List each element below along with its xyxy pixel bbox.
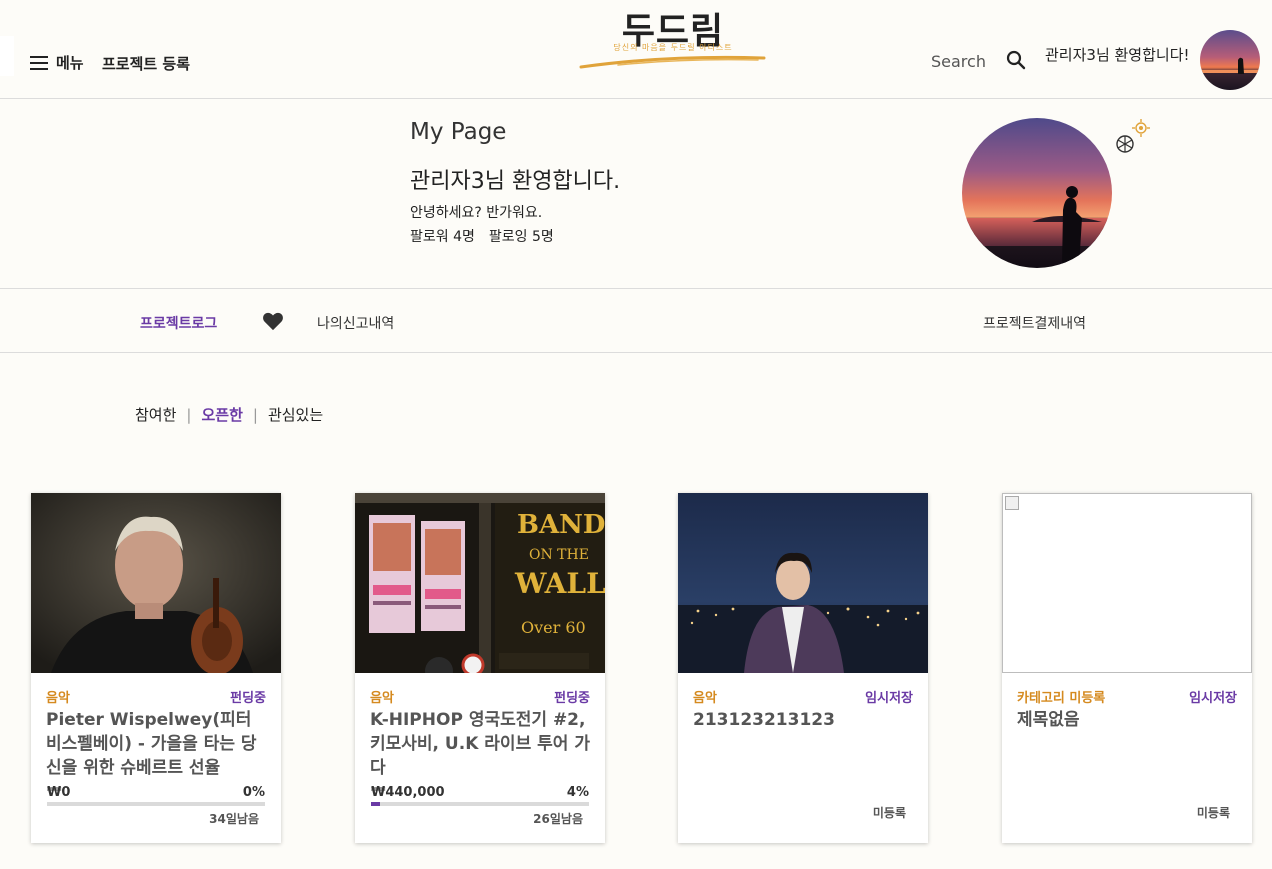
filter-interested[interactable]: 관심있는 <box>268 404 323 425</box>
menu-label: 메뉴 <box>56 54 84 72</box>
status-badge: 임시저장 <box>865 691 913 706</box>
search-icon[interactable] <box>1005 49 1027 71</box>
search-button[interactable]: Search <box>931 52 986 71</box>
project-title[interactable]: 213123213123 <box>693 708 918 732</box>
svg-text:BAND: BAND <box>517 510 605 540</box>
days-left: 34일남음 <box>209 812 259 826</box>
svg-text:ON THE: ON THE <box>529 547 589 563</box>
status-badge: 펀딩중 <box>554 691 590 706</box>
project-card[interactable]: 음악 펀딩중 Pieter Wispelwey(피터 비스펠베이) - 가을을 … <box>31 493 281 843</box>
project-register-link[interactable]: 프로젝트 등록 <box>102 53 190 74</box>
filter-divider: | <box>252 405 258 424</box>
followers-count[interactable]: 팔로워 4명 <box>410 226 475 246</box>
svg-text:Over 60: Over 60 <box>521 618 586 637</box>
filter-participated[interactable]: 참여한 <box>135 404 176 425</box>
status-badge: 임시저장 <box>1189 691 1237 706</box>
project-filter: 참여한 | 오픈한 | 관심있는 <box>135 404 323 425</box>
unregistered-label: 미등록 <box>1196 806 1230 820</box>
filter-opened[interactable]: 오픈한 <box>201 404 242 425</box>
tab-my-reports[interactable]: 나의신고내역 <box>317 313 394 333</box>
profile-avatar <box>962 118 1112 268</box>
tab-project-log[interactable]: 프로젝트로그 <box>140 313 217 333</box>
project-title[interactable]: K-HIPHOP 영국도전기 #2, 키모사비, U.K 라이브 투어 가다 <box>370 708 595 780</box>
project-card[interactable]: BAND ON THE WALL Over 60 음악 펀딩중 K-HIPHOP… <box>355 493 605 843</box>
tab-payments[interactable]: 프로젝트결제내역 <box>983 313 1086 333</box>
project-category: 음악 <box>693 691 717 706</box>
profile-greeting: 안녕하세요? 반가워요. <box>410 205 543 221</box>
heart-icon[interactable] <box>262 311 284 331</box>
funding-amount: ₩440,000 <box>371 785 445 800</box>
project-thumbnail <box>31 493 281 673</box>
filter-divider: | <box>186 405 192 424</box>
project-category: 음악 <box>46 691 70 706</box>
project-thumbnail: BAND ON THE WALL Over 60 <box>355 493 605 673</box>
profile-tabs: 프로젝트로그 나의신고내역 프로젝트결제내역 <box>0 289 1272 353</box>
project-card[interactable]: 음악 임시저장 213123213123 미등록 <box>678 493 928 843</box>
project-thumbnail <box>678 493 928 673</box>
top-header: 메뉴 프로젝트 등록 두드림 당신의 마음을 두드릴 아티스트 Search 관… <box>0 0 1272 99</box>
avatar[interactable] <box>1200 30 1260 90</box>
page-title: My Page <box>410 119 507 145</box>
project-title[interactable]: 제목없음 <box>1017 708 1242 732</box>
project-thumbnail <box>1002 493 1252 673</box>
days-left: 26일남음 <box>533 812 583 826</box>
status-badge: 펀딩중 <box>230 691 266 706</box>
project-category: 카테고리 미등록 <box>1017 691 1106 706</box>
header-welcome-text: 관리자3님 환영합니다! <box>1045 46 1190 64</box>
funding-percent: 0% <box>242 785 265 800</box>
follow-stats: 팔로워 4명 팔로잉 5명 <box>410 226 554 246</box>
project-card[interactable]: 카테고리 미등록 임시저장 제목없음 미등록 <box>1002 493 1252 843</box>
svg-text:WALL: WALL <box>514 567 605 600</box>
funding-progress-bar <box>47 802 265 806</box>
unregistered-label: 미등록 <box>872 806 906 820</box>
profile-section: My Page 관리자3님 환영합니다. 안녕하세요? 반가워요. 팔로워 4명… <box>0 99 1272 289</box>
gear-icon[interactable] <box>1113 115 1155 157</box>
hamburger-icon <box>30 55 48 70</box>
logo-swoosh-icon <box>579 55 766 69</box>
funding-percent: 4% <box>566 785 589 800</box>
edge-panel <box>0 36 14 76</box>
project-category: 음악 <box>370 691 394 706</box>
following-count[interactable]: 팔로잉 5명 <box>489 226 554 246</box>
funding-progress-bar <box>371 802 589 806</box>
project-title[interactable]: Pieter Wispelwey(피터 비스펠베이) - 가을을 타는 당신을 … <box>46 708 271 780</box>
broken-image-icon <box>1005 496 1019 510</box>
profile-welcome: 관리자3님 환영합니다. <box>410 169 621 194</box>
funding-amount: ₩0 <box>47 785 71 800</box>
site-logo[interactable]: 두드림 당신의 마음을 두드릴 아티스트 <box>578 2 768 72</box>
menu-button[interactable]: 메뉴 <box>30 52 84 73</box>
